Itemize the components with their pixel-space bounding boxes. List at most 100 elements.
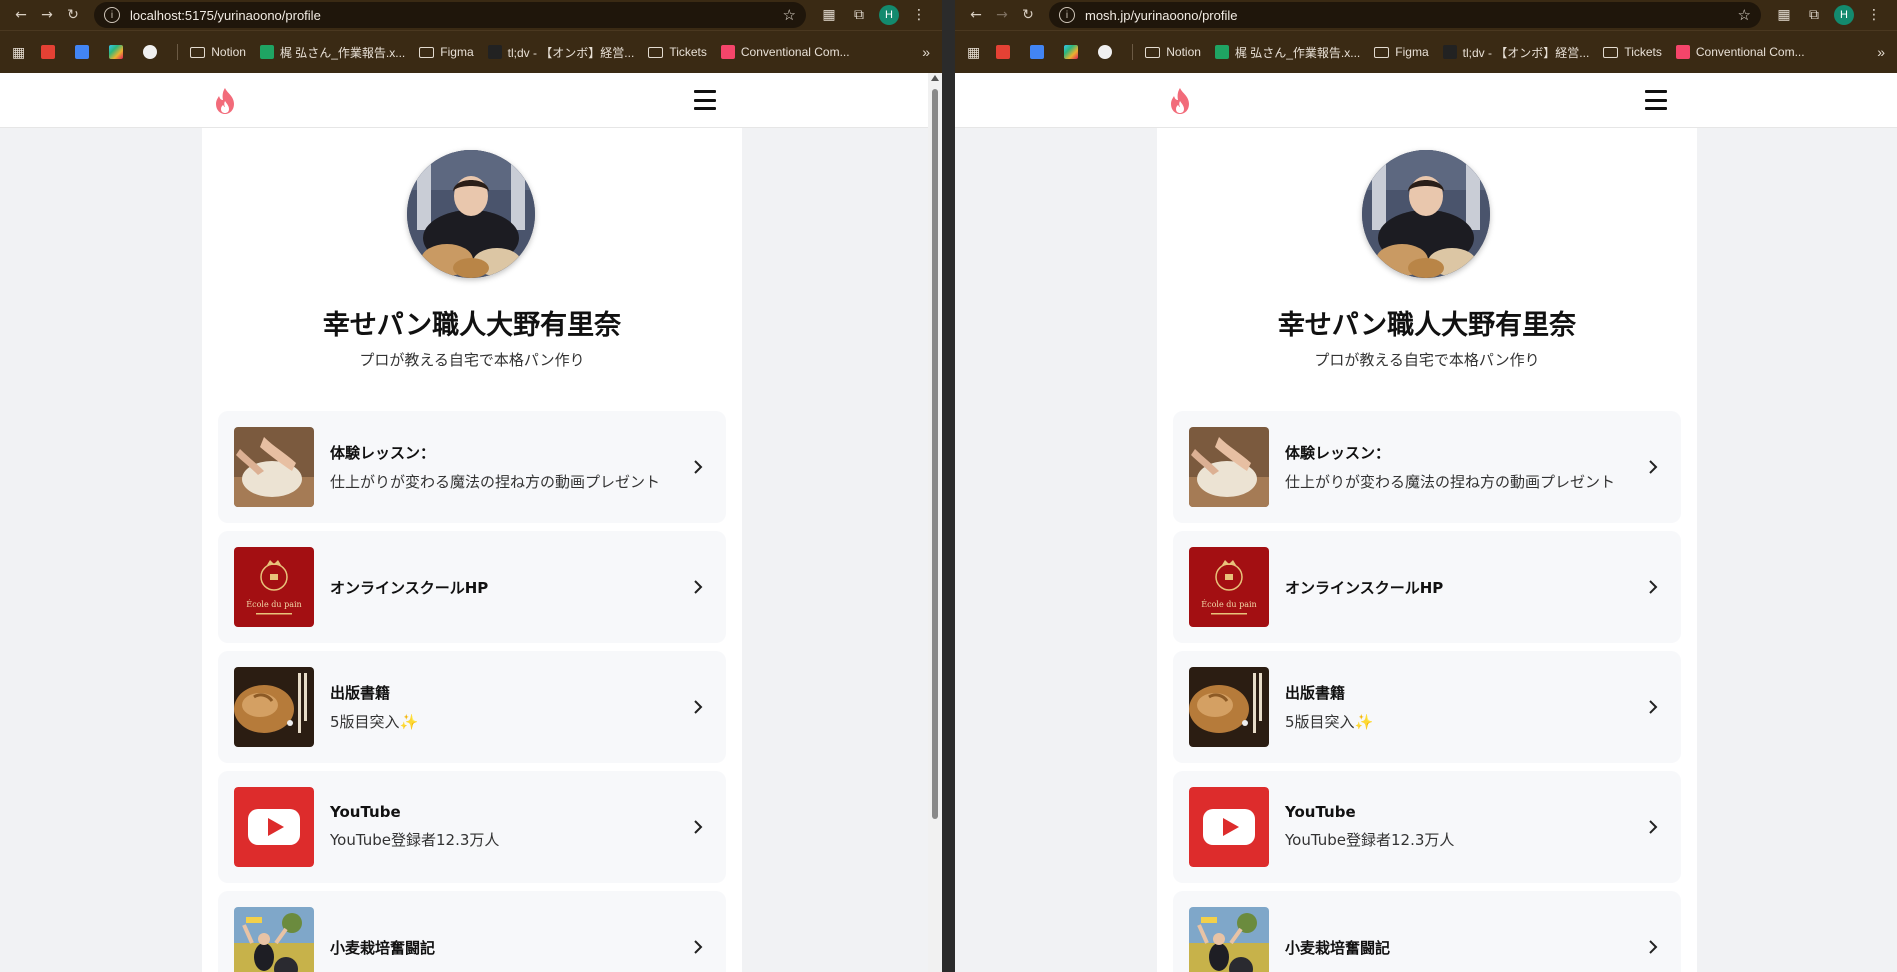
bookmark-item[interactable]: Conventional Com... bbox=[1675, 44, 1805, 61]
profile-avatar-button[interactable]: H bbox=[1829, 2, 1859, 28]
bookmark-item[interactable]: tl;dv - 【オンボ】経営... bbox=[487, 44, 635, 61]
hamburger-menu-icon[interactable] bbox=[694, 90, 716, 110]
gmail-icon bbox=[996, 45, 1011, 59]
bookmark-item[interactable]: Figma bbox=[419, 44, 474, 61]
page-viewport: 幸せパン職人大野有里奈 プロが教える自宅で本格パン作り 体験レッスン： 仕上がりが… bbox=[955, 73, 1897, 972]
link-description: YouTube登録者12.3万人 bbox=[330, 831, 500, 849]
menu-kebab-icon[interactable]: ⋮ bbox=[1859, 2, 1889, 28]
link-list: 体験レッスン： 仕上がりが変わる魔法の捏ね方の動画プレゼント École du pa… bbox=[218, 411, 726, 972]
hamburger-menu-icon[interactable] bbox=[1645, 90, 1667, 110]
window-divider[interactable] bbox=[942, 0, 955, 972]
profile-link-item[interactable]: 小麦栽培奮闘記 bbox=[218, 891, 726, 972]
bookmark-star-icon[interactable]: ☆ bbox=[783, 6, 796, 24]
link-title: 小麦栽培奮闘記 bbox=[1285, 938, 1391, 957]
bookmark-item[interactable]: 梶 弘さん_作業報告.x... bbox=[259, 44, 405, 61]
bookmark-label: Figma bbox=[1395, 45, 1429, 59]
address-bar[interactable]: i mosh.jp/yurinaoono/profile ☆ bbox=[1049, 2, 1761, 28]
profile-photo bbox=[407, 150, 535, 278]
scrollbar-thumb[interactable] bbox=[932, 89, 938, 819]
link-thumbnail: École du pain bbox=[1189, 547, 1269, 627]
bookmark-label: Tickets bbox=[1624, 45, 1662, 59]
chevron-right-icon bbox=[1649, 940, 1658, 954]
reload-icon[interactable]: ↻ bbox=[1015, 2, 1041, 28]
bookmark-label: tl;dv - 【オンボ】経営... bbox=[1462, 45, 1590, 60]
bookmark-item[interactable]: Conventional Com... bbox=[720, 44, 850, 61]
slack-bookmark[interactable] bbox=[109, 45, 129, 59]
link-description: YouTube登録者12.3万人 bbox=[1285, 831, 1455, 849]
profile-link-item[interactable]: École du pain オンラインスクールHP bbox=[1173, 531, 1681, 643]
folder-icon bbox=[1145, 46, 1161, 58]
qr-code-icon[interactable]: ▦ bbox=[1769, 2, 1799, 28]
bookmark-item[interactable]: Tickets bbox=[1603, 44, 1662, 61]
bookmark-star-icon[interactable]: ☆ bbox=[1738, 6, 1751, 24]
bookmark-item[interactable]: Tickets bbox=[648, 44, 707, 61]
folder-icon bbox=[1374, 46, 1390, 58]
link-title: オンラインスクールHP bbox=[330, 578, 489, 597]
link-thumbnail bbox=[234, 667, 314, 747]
address-bar[interactable]: i localhost:5175/yurinaoono/profile ☆ bbox=[94, 2, 806, 28]
link-title: 体験レッスン： bbox=[1285, 443, 1391, 462]
profile-link-item[interactable]: YouTube YouTube登録者12.3万人 bbox=[1173, 771, 1681, 883]
browser-toolbar: ← → ↻ i mosh.jp/yurinaoono/profile ☆ ▦ ⧉… bbox=[955, 0, 1897, 30]
back-icon[interactable]: ← bbox=[8, 2, 34, 28]
profile-link-item[interactable]: 出版書籍 5版目突入✨ bbox=[218, 651, 726, 763]
gmail-bookmark[interactable] bbox=[996, 45, 1016, 59]
desktop: ← → ↻ i localhost:5175/yurinaoono/profil… bbox=[0, 0, 1897, 972]
calendar-bookmark[interactable] bbox=[1030, 45, 1050, 59]
profile-link-item[interactable]: 小麦栽培奮闘記 bbox=[1173, 891, 1681, 972]
profile-link-item[interactable]: 出版書籍 5版目突入✨ bbox=[1173, 651, 1681, 763]
bookmark-item[interactable]: Notion bbox=[190, 44, 246, 61]
forward-icon[interactable]: → bbox=[989, 2, 1015, 28]
menu-kebab-icon[interactable]: ⋮ bbox=[904, 2, 934, 28]
bookmark-item[interactable]: tl;dv - 【オンボ】経営... bbox=[1442, 44, 1590, 61]
profile-avatar-button[interactable]: H bbox=[874, 2, 904, 28]
flame-logo-icon[interactable] bbox=[1167, 87, 1193, 115]
profile-link-item[interactable]: 体験レッスン： 仕上がりが変わる魔法の捏ね方の動画プレゼント bbox=[218, 411, 726, 523]
profile-link-item[interactable]: YouTube YouTube登録者12.3万人 bbox=[218, 771, 726, 883]
site-info-icon[interactable]: i bbox=[104, 7, 120, 23]
chevron-right-icon bbox=[1649, 700, 1658, 714]
reload-icon[interactable]: ↻ bbox=[60, 2, 86, 28]
slack-bookmark[interactable] bbox=[1064, 45, 1084, 59]
slack-icon bbox=[1064, 45, 1079, 59]
apps-grid-icon[interactable]: ▦ bbox=[967, 44, 980, 61]
link-description: 仕上がりが変わる魔法の捏ね方の動画プレゼント bbox=[330, 472, 661, 491]
more-bookmarks-icon[interactable]: » bbox=[1877, 44, 1885, 60]
browser-toolbar: ← → ↻ i localhost:5175/yurinaoono/profil… bbox=[0, 0, 942, 30]
bookmark-separator bbox=[1132, 44, 1134, 60]
github-bookmark[interactable] bbox=[143, 45, 163, 59]
calendar-bookmark[interactable] bbox=[75, 45, 95, 59]
bookmark-item[interactable]: Notion bbox=[1145, 44, 1201, 61]
link-title: 体験レッスン： bbox=[330, 443, 436, 462]
bookmark-item[interactable]: Figma bbox=[1374, 44, 1429, 61]
extensions-icon[interactable]: ⧉ bbox=[844, 2, 874, 28]
extensions-icon[interactable]: ⧉ bbox=[1799, 2, 1829, 28]
profile-link-item[interactable]: École du pain オンラインスクールHP bbox=[218, 531, 726, 643]
bookmark-label: Notion bbox=[1166, 45, 1201, 59]
more-bookmarks-icon[interactable]: » bbox=[922, 44, 930, 60]
link-thumbnail bbox=[1189, 907, 1269, 972]
chevron-right-icon bbox=[694, 820, 703, 834]
bookmark-item[interactable]: 梶 弘さん_作業報告.x... bbox=[1214, 44, 1360, 61]
apps-grid-icon[interactable]: ▦ bbox=[12, 44, 25, 61]
sheets-icon bbox=[259, 45, 274, 59]
flame-logo-icon[interactable] bbox=[212, 87, 238, 115]
profile-name: 幸せパン職人大野有里奈 bbox=[322, 310, 622, 341]
back-icon[interactable]: ← bbox=[963, 2, 989, 28]
chevron-right-icon bbox=[1649, 820, 1658, 834]
page-scrollbar[interactable] bbox=[928, 73, 942, 972]
scroll-up-arrow-icon[interactable] bbox=[931, 75, 939, 81]
chevron-right-icon bbox=[1649, 580, 1658, 594]
url-text: localhost:5175/yurinaoono/profile bbox=[130, 7, 321, 23]
link-thumbnail bbox=[1189, 787, 1269, 867]
bookmark-label: tl;dv - 【オンボ】経営... bbox=[507, 45, 635, 60]
profile-card: 幸せパン職人大野有里奈 プロが教える自宅で本格パン作り 体験レッスン： 仕上がりが… bbox=[1157, 128, 1697, 972]
qr-code-icon[interactable]: ▦ bbox=[814, 2, 844, 28]
forward-icon[interactable]: → bbox=[34, 2, 60, 28]
bookmark-label: Notion bbox=[211, 45, 246, 59]
github-bookmark[interactable] bbox=[1098, 45, 1118, 59]
profile-avatar: H bbox=[1834, 5, 1854, 25]
profile-link-item[interactable]: 体験レッスン： 仕上がりが変わる魔法の捏ね方の動画プレゼント bbox=[1173, 411, 1681, 523]
gmail-bookmark[interactable] bbox=[41, 45, 61, 59]
site-info-icon[interactable]: i bbox=[1059, 7, 1075, 23]
